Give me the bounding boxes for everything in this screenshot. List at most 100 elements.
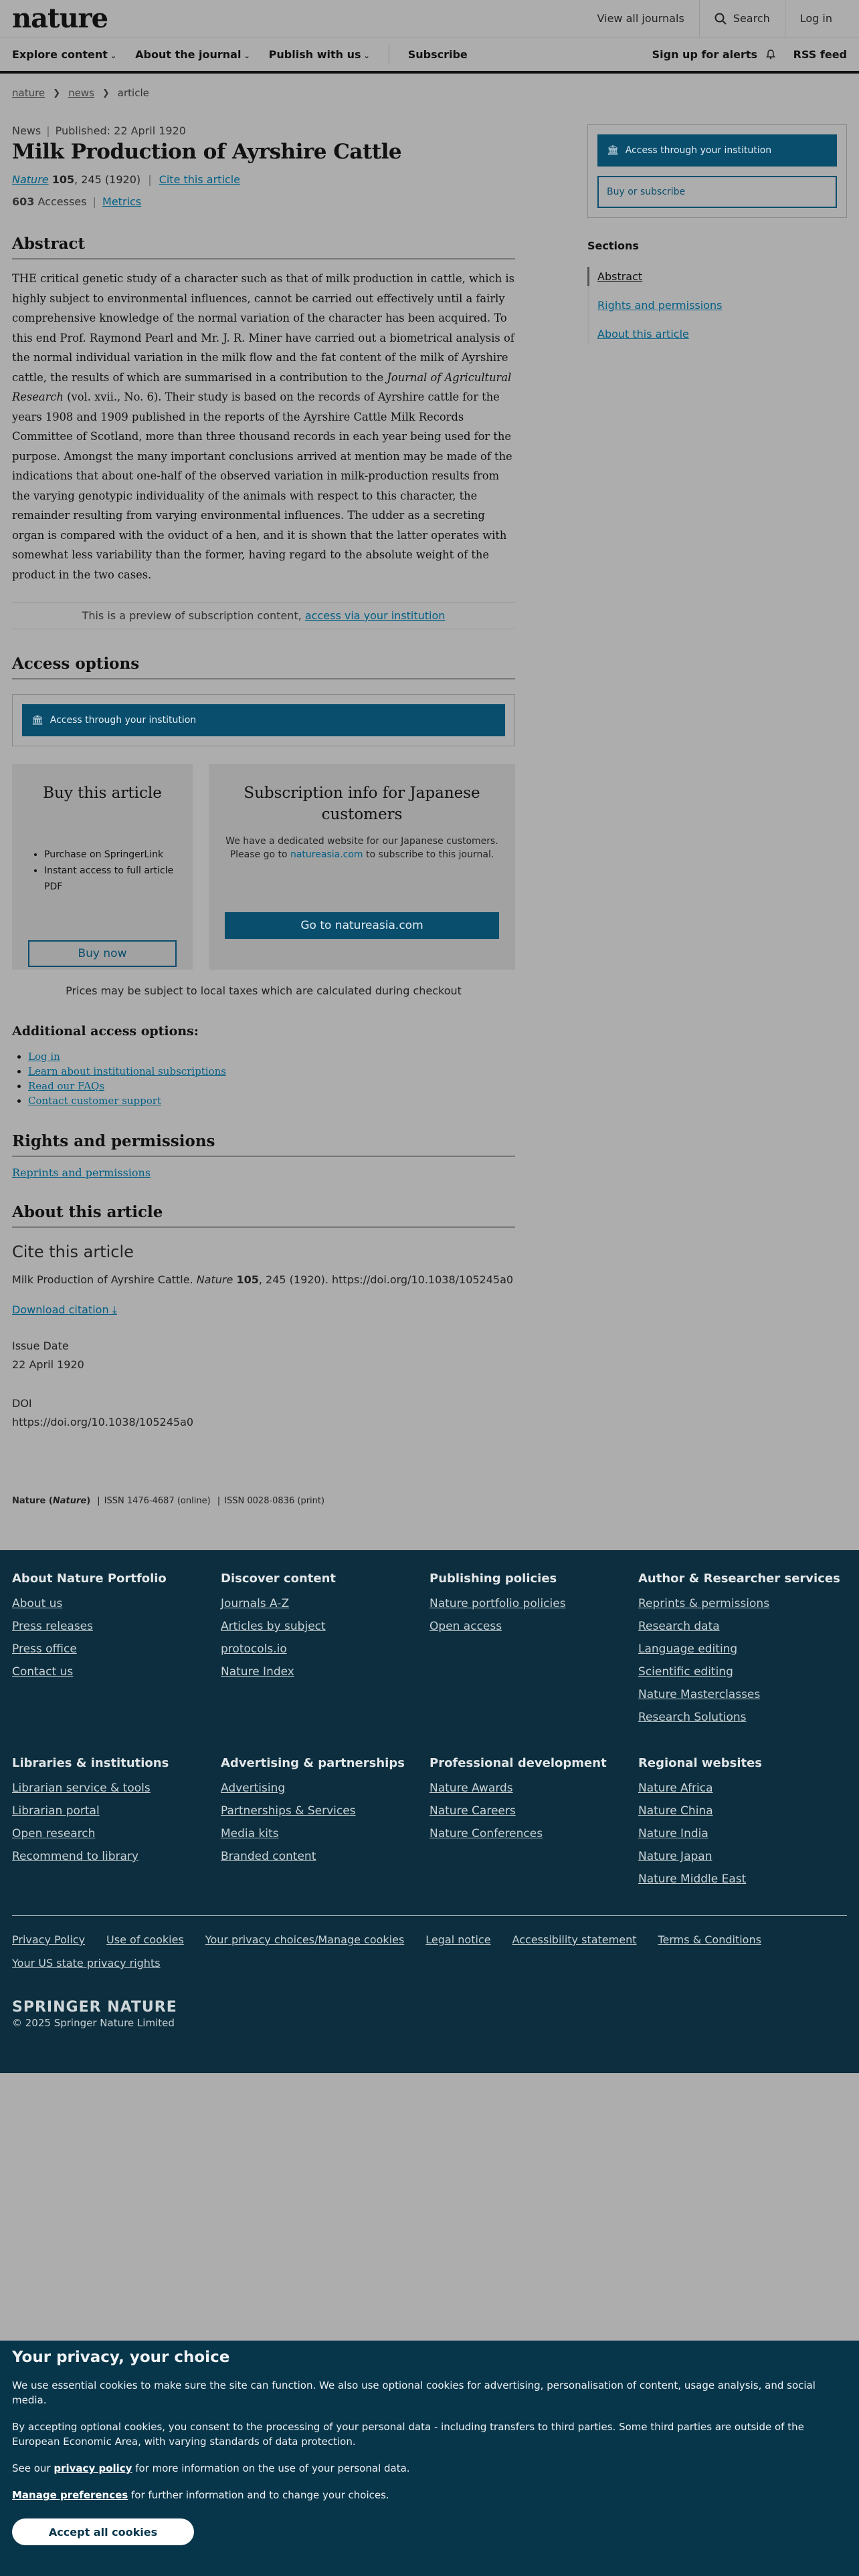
- footer-divider: [12, 1915, 847, 1916]
- cite-this-article-link[interactable]: Cite this article: [159, 173, 240, 186]
- footer-link-nature-japan[interactable]: Nature Japan: [638, 1850, 847, 1863]
- springer-nature-logo[interactable]: SPRINGER NATURE: [12, 1999, 847, 2016]
- footer-link-branded-content[interactable]: Branded content: [221, 1850, 430, 1863]
- legal-link-your-us-state-privacy-rights[interactable]: Your US state privacy rights: [12, 1957, 161, 1969]
- login-option-link[interactable]: Log in: [28, 1051, 60, 1063]
- doi-label: DOI: [12, 1397, 32, 1410]
- additional-access-list: Log in Learn about institutional subscri…: [28, 1049, 515, 1108]
- footer-column-publishing-policies: Publishing policies Nature portfolio poli…: [430, 1570, 638, 1724]
- institutional-subscriptions-link[interactable]: Learn about institutional subscriptions: [28, 1065, 226, 1077]
- published-date: Published: 22 April 1920: [55, 124, 186, 137]
- footer-link-nature-awards[interactable]: Nature Awards: [430, 1782, 638, 1795]
- alerts-link[interactable]: Sign up for alerts: [652, 48, 776, 61]
- footer-link-nature-masterclasses[interactable]: Nature Masterclasses: [638, 1688, 847, 1701]
- natureasia-link[interactable]: natureasia.com: [290, 849, 363, 860]
- footer-link-contact-us[interactable]: Contact us: [12, 1665, 221, 1679]
- privacy-policy-link[interactable]: privacy policy: [54, 2462, 132, 2474]
- site-footer: About Nature Portfolio About us Press rele…: [0, 1550, 859, 2073]
- login-link[interactable]: Log in: [784, 0, 847, 37]
- reprints-permissions-link[interactable]: Reprints and permissions: [12, 1166, 515, 1179]
- footer-column-heading: Libraries & institutions: [12, 1756, 169, 1770]
- footer-link-nature-africa[interactable]: Nature Africa: [638, 1782, 847, 1795]
- access-via-institution-link[interactable]: access via your institution: [305, 609, 446, 622]
- about-article-heading: About this article: [12, 1203, 515, 1228]
- buy-bullets: Purchase on SpringerLink Instant access …: [44, 847, 177, 895]
- institution-access-box: 🏛 Access through your institution: [12, 694, 515, 746]
- about-journal-label: About the journal: [135, 47, 242, 61]
- chevron-right-icon: ❯: [53, 88, 61, 98]
- section-link-about[interactable]: About this article: [589, 324, 847, 344]
- footer-link-recommend-to-library[interactable]: Recommend to library: [12, 1850, 221, 1863]
- section-link-abstract[interactable]: Abstract: [587, 267, 847, 286]
- footer-link-nature-india[interactable]: Nature India: [638, 1827, 847, 1840]
- footer-link-librarian-portal[interactable]: Librarian portal: [12, 1804, 221, 1818]
- breadcrumb-nature[interactable]: nature: [12, 87, 45, 99]
- footer-link-nature-conferences[interactable]: Nature Conferences: [430, 1827, 638, 1840]
- view-all-journals-link[interactable]: View all journals: [583, 0, 699, 37]
- subscription-preview-notice: This is a preview of subscription conten…: [12, 602, 515, 629]
- footer-link-press-releases[interactable]: Press releases: [12, 1620, 221, 1633]
- footer-link-language-editing[interactable]: Language editing: [638, 1642, 847, 1656]
- footer-link-advertising[interactable]: Advertising: [221, 1782, 430, 1795]
- legal-link-accessibility-statement[interactable]: Accessibility statement: [512, 1933, 637, 1946]
- journal-link[interactable]: Nature: [12, 173, 49, 186]
- section-link-rights[interactable]: Rights and permissions: [589, 296, 847, 315]
- footer-link-articles-by-subject[interactable]: Articles by subject: [221, 1620, 430, 1633]
- customer-support-link[interactable]: Contact customer support: [28, 1095, 161, 1107]
- footer-link-open-research[interactable]: Open research: [12, 1827, 221, 1840]
- about-journal-menu[interactable]: About the journal ⌄: [135, 48, 250, 61]
- manage-preferences-link[interactable]: Manage preferences: [12, 2489, 128, 2501]
- footer-link-about-us[interactable]: About us: [12, 1597, 221, 1610]
- footer-row-2: Libraries & institutions Librarian servic…: [12, 1755, 847, 1886]
- chevron-down-icon: ⌄: [110, 51, 117, 60]
- faqs-link[interactable]: Read our FAQs: [28, 1080, 104, 1092]
- footer-link-nature-portfolio-policies[interactable]: Nature portfolio policies: [430, 1597, 638, 1610]
- legal-link-your-privacy-choices-manage-cookies[interactable]: Your privacy choices/Manage cookies: [205, 1933, 405, 1946]
- footer-link-reprints-and-permissions[interactable]: Reprints & permissions: [638, 1597, 847, 1610]
- rss-feed-link[interactable]: RSS feed: [793, 48, 847, 61]
- footer-link-press-office[interactable]: Press office: [12, 1642, 221, 1656]
- footer-column-author-and-researcher-services: Author & Researcher services Reprints & p…: [638, 1570, 847, 1724]
- footer-link-research-solutions[interactable]: Research Solutions: [638, 1711, 847, 1724]
- go-to-natureasia-button[interactable]: Go to natureasia.com: [225, 912, 499, 939]
- footer-link-scientific-editing[interactable]: Scientific editing: [638, 1665, 847, 1679]
- metrics-link[interactable]: Metrics: [102, 195, 141, 208]
- buy-now-button[interactable]: Buy now: [28, 940, 177, 967]
- access-through-institution-button[interactable]: 🏛 Access through your institution: [22, 704, 505, 736]
- publish-with-us-menu[interactable]: Publish with us ⌄: [269, 48, 370, 61]
- cite-part-2: , 245 (1920). https://doi.org/10.1038/10…: [258, 1273, 514, 1286]
- list-item: Log in: [28, 1049, 515, 1064]
- footer-link-nature-middle-east[interactable]: Nature Middle East: [638, 1872, 847, 1886]
- footer-link-nature-index[interactable]: Nature Index: [221, 1665, 430, 1679]
- footer-link-journals-a-z[interactable]: Journals A-Z: [221, 1597, 430, 1610]
- download-citation-link[interactable]: Download citation ⤓: [12, 1303, 515, 1317]
- footer-link-research-data[interactable]: Research data: [638, 1620, 847, 1633]
- footer-link-protocols-io[interactable]: protocols.io: [221, 1642, 430, 1656]
- article-main: News | Published: 22 April 1920 Milk Produ…: [12, 124, 515, 1506]
- accept-all-cookies-button[interactable]: Accept all cookies: [12, 2518, 194, 2545]
- buy-or-subscribe-button[interactable]: Buy or subscribe: [597, 176, 837, 208]
- header-top: nature View all journals Search Log in: [0, 0, 859, 37]
- legal-link-terms-and-conditions[interactable]: Terms & Conditions: [658, 1933, 761, 1946]
- legal-link-use-of-cookies[interactable]: Use of cookies: [106, 1933, 184, 1946]
- breadcrumb-news[interactable]: news: [68, 87, 94, 99]
- search-button[interactable]: Search: [698, 0, 785, 37]
- footer-link-nature-careers[interactable]: Nature Careers: [430, 1804, 638, 1818]
- subscribe-link[interactable]: Subscribe: [408, 48, 468, 61]
- legal-link-legal-notice[interactable]: Legal notice: [425, 1933, 490, 1946]
- japan-heading: Subscription info for Japanese customers: [244, 784, 480, 823]
- footer-link-media-kits[interactable]: Media kits: [221, 1827, 430, 1840]
- footer-link-librarian-service-and-tools[interactable]: Librarian service & tools: [12, 1782, 221, 1795]
- footer-link-nature-china[interactable]: Nature China: [638, 1804, 847, 1818]
- sidebar-institution-button[interactable]: 🏛 Access through your institution: [597, 134, 837, 167]
- access-options-heading: Access options: [12, 655, 515, 679]
- explore-content-menu[interactable]: Explore content ⌄: [12, 48, 116, 61]
- footer-row-1: About Nature Portfolio About us Press rele…: [12, 1570, 847, 1724]
- footer-link-partnerships-and-services[interactable]: Partnerships & Services: [221, 1804, 430, 1818]
- legal-link-privacy-policy[interactable]: Privacy Policy: [12, 1933, 85, 1946]
- nature-logo[interactable]: nature: [12, 3, 108, 34]
- cite-heading: Cite this article: [12, 1243, 134, 1261]
- footer-link-open-access[interactable]: Open access: [430, 1620, 638, 1633]
- sections-nav: Abstract Rights and permissions About th…: [587, 267, 847, 344]
- sidebar-access-box: 🏛 Access through your institution Buy or…: [587, 124, 847, 218]
